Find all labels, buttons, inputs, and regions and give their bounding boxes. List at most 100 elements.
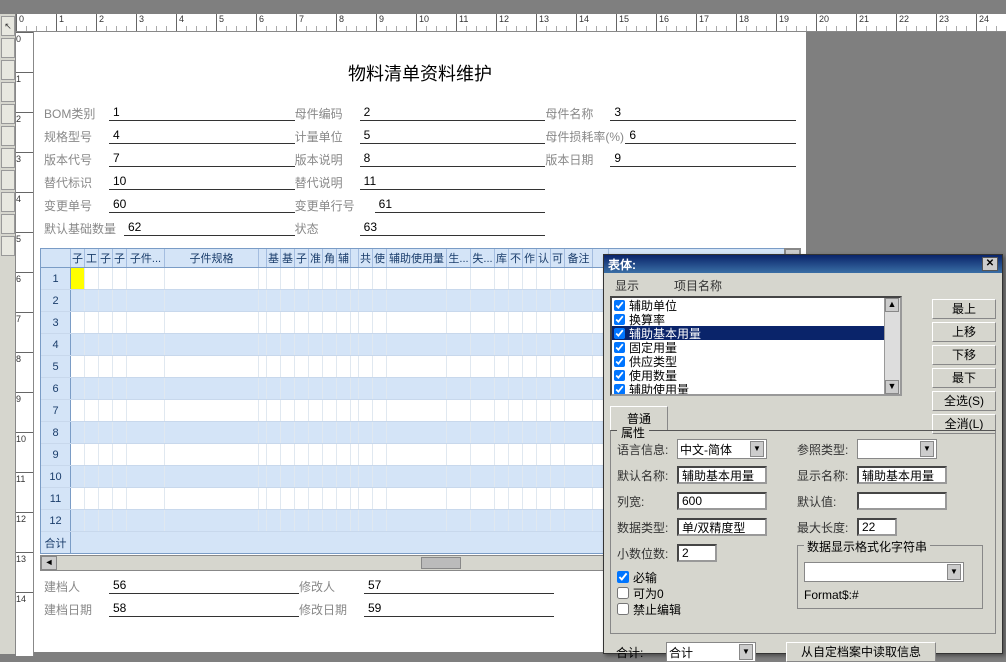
list-scroll-up-icon[interactable]: ▲ bbox=[885, 298, 899, 312]
cell[interactable] bbox=[281, 510, 295, 531]
row-header[interactable]: 3 bbox=[41, 312, 71, 333]
cell[interactable] bbox=[295, 510, 309, 531]
cell[interactable] bbox=[359, 290, 373, 311]
cell[interactable] bbox=[267, 488, 281, 509]
grid-col-header[interactable]: 辅助使用量 bbox=[387, 249, 447, 267]
cell[interactable] bbox=[259, 422, 267, 443]
tool-2[interactable] bbox=[1, 60, 15, 80]
cell[interactable] bbox=[509, 444, 523, 465]
cell[interactable] bbox=[495, 444, 509, 465]
cell[interactable] bbox=[267, 510, 281, 531]
cell[interactable] bbox=[471, 378, 495, 399]
cell[interactable] bbox=[71, 488, 85, 509]
cell[interactable] bbox=[267, 466, 281, 487]
cell[interactable] bbox=[523, 356, 537, 377]
cell[interactable] bbox=[509, 488, 523, 509]
cell[interactable] bbox=[373, 334, 387, 355]
cell[interactable] bbox=[337, 334, 351, 355]
field-value[interactable]: 61 bbox=[375, 197, 546, 213]
cell[interactable] bbox=[323, 466, 337, 487]
cell[interactable] bbox=[71, 444, 85, 465]
grid-col-header[interactable]: 工 bbox=[85, 249, 99, 267]
row-header[interactable]: 5 bbox=[41, 356, 71, 377]
cell[interactable] bbox=[85, 312, 99, 333]
cell[interactable] bbox=[127, 290, 165, 311]
field-value[interactable]: 2 bbox=[360, 105, 546, 121]
move-down-button[interactable]: 下移 bbox=[932, 345, 996, 365]
cell[interactable] bbox=[85, 356, 99, 377]
cell[interactable] bbox=[323, 488, 337, 509]
cell[interactable] bbox=[71, 290, 85, 311]
cell[interactable] bbox=[447, 444, 471, 465]
footer-value[interactable]: 56 bbox=[109, 578, 299, 594]
grid-col-header[interactable]: 子 bbox=[99, 249, 113, 267]
cell[interactable] bbox=[359, 488, 373, 509]
dec-input[interactable] bbox=[677, 544, 717, 562]
cell[interactable] bbox=[99, 466, 113, 487]
cell[interactable] bbox=[351, 444, 359, 465]
cell[interactable] bbox=[165, 444, 259, 465]
cell[interactable] bbox=[267, 334, 281, 355]
dtype-input[interactable] bbox=[677, 518, 767, 536]
cell[interactable] bbox=[359, 422, 373, 443]
cell[interactable] bbox=[259, 290, 267, 311]
cell[interactable] bbox=[447, 422, 471, 443]
colw-input[interactable] bbox=[677, 492, 767, 510]
cell[interactable] bbox=[523, 488, 537, 509]
cell[interactable] bbox=[309, 510, 323, 531]
cell[interactable] bbox=[509, 466, 523, 487]
cell[interactable] bbox=[471, 290, 495, 311]
cell[interactable] bbox=[99, 378, 113, 399]
tool-10[interactable] bbox=[1, 236, 15, 256]
cell[interactable] bbox=[281, 290, 295, 311]
cell[interactable] bbox=[537, 510, 551, 531]
cell[interactable] bbox=[351, 378, 359, 399]
cell[interactable] bbox=[565, 290, 593, 311]
cell[interactable] bbox=[471, 510, 495, 531]
cell[interactable] bbox=[309, 356, 323, 377]
cell[interactable] bbox=[85, 510, 99, 531]
row-header[interactable]: 9 bbox=[41, 444, 71, 465]
cell[interactable] bbox=[447, 268, 471, 289]
grid-col-header[interactable]: 基 bbox=[281, 249, 295, 267]
cell[interactable] bbox=[359, 378, 373, 399]
cell[interactable] bbox=[323, 312, 337, 333]
cell[interactable] bbox=[323, 334, 337, 355]
cell[interactable] bbox=[495, 488, 509, 509]
cell[interactable] bbox=[373, 356, 387, 377]
cell[interactable] bbox=[99, 488, 113, 509]
cell[interactable] bbox=[259, 268, 267, 289]
cell[interactable] bbox=[295, 268, 309, 289]
noedit-checkbox[interactable] bbox=[617, 603, 629, 615]
cell[interactable] bbox=[85, 378, 99, 399]
cell[interactable] bbox=[387, 312, 447, 333]
field-value[interactable]: 3 bbox=[610, 105, 796, 121]
cell[interactable] bbox=[387, 400, 447, 421]
cell[interactable] bbox=[259, 400, 267, 421]
cell[interactable] bbox=[295, 488, 309, 509]
field-value[interactable]: 1 bbox=[109, 105, 295, 121]
cell[interactable] bbox=[359, 510, 373, 531]
cell[interactable] bbox=[281, 356, 295, 377]
cell[interactable] bbox=[509, 356, 523, 377]
cell[interactable] bbox=[295, 334, 309, 355]
cell[interactable] bbox=[509, 378, 523, 399]
cell[interactable] bbox=[447, 510, 471, 531]
cell[interactable] bbox=[295, 378, 309, 399]
cell[interactable] bbox=[71, 334, 85, 355]
tool-7[interactable] bbox=[1, 170, 15, 190]
cell[interactable] bbox=[471, 444, 495, 465]
cell[interactable] bbox=[351, 422, 359, 443]
cell[interactable] bbox=[113, 444, 127, 465]
cell[interactable] bbox=[165, 510, 259, 531]
cell[interactable] bbox=[71, 466, 85, 487]
move-top-button[interactable]: 最上 bbox=[932, 299, 996, 319]
grid-col-header[interactable]: 失... bbox=[471, 249, 495, 267]
cell[interactable] bbox=[113, 290, 127, 311]
cell[interactable] bbox=[267, 444, 281, 465]
grid-col-header[interactable] bbox=[351, 249, 359, 267]
format-select[interactable]: ▼ bbox=[804, 562, 964, 582]
cell[interactable] bbox=[267, 422, 281, 443]
cell[interactable] bbox=[387, 334, 447, 355]
cell[interactable] bbox=[551, 312, 565, 333]
